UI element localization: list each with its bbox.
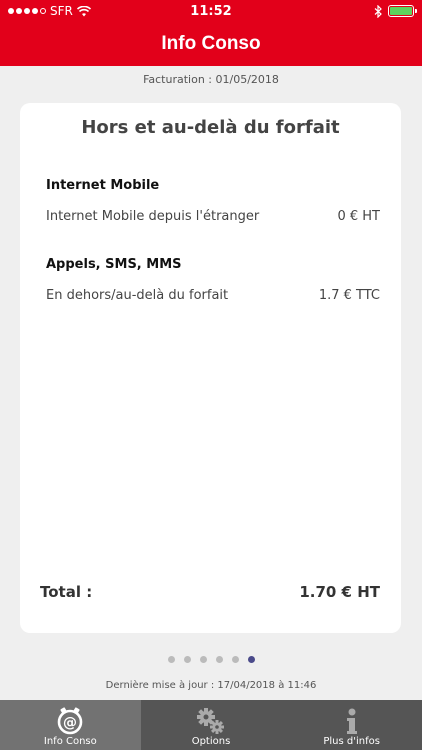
page-title: Info Conso xyxy=(0,22,422,66)
status-bar-left: SFR xyxy=(8,4,91,18)
tab-label: Plus d'infos xyxy=(323,736,380,747)
bluetooth-icon xyxy=(374,4,382,18)
page-dot-active[interactable] xyxy=(247,656,255,663)
row-value: 0 € HT xyxy=(337,209,380,224)
at-clock-icon: @ xyxy=(56,706,84,736)
carrier-label: SFR xyxy=(50,4,73,18)
billing-date: Facturation : 01/05/2018 xyxy=(143,73,279,86)
svg-text:@: @ xyxy=(63,715,77,731)
section-title-calls: Appels, SMS, MMS xyxy=(46,257,182,272)
page-dot[interactable] xyxy=(167,656,175,663)
tab-options[interactable]: Options xyxy=(141,700,282,750)
info-icon xyxy=(344,706,360,736)
row-label: En dehors/au-delà du forfait xyxy=(46,288,229,303)
total-value: 1.70 € HT xyxy=(299,583,380,601)
last-update: Dernière mise à jour : 17/04/2018 à 11:4… xyxy=(105,680,317,691)
gears-icon xyxy=(196,706,226,736)
tab-label: Options xyxy=(191,736,231,747)
status-bar-right xyxy=(374,4,417,18)
row-value: 1.7 € TTC xyxy=(318,288,380,303)
total-row: Total : 1.70 € HT xyxy=(40,583,380,601)
consumption-card: Hors et au-delà du forfait Internet Mobi… xyxy=(20,103,401,633)
row-label: Internet Mobile depuis l'étranger xyxy=(46,209,260,224)
list-item: Internet Mobile depuis l'étranger 0 € HT xyxy=(46,209,380,224)
wifi-icon xyxy=(76,5,91,16)
page-dot[interactable] xyxy=(183,656,191,663)
page-dot[interactable] xyxy=(215,656,223,663)
page-indicator[interactable] xyxy=(0,656,422,663)
tab-plus-infos[interactable]: Plus d'infos xyxy=(281,700,422,750)
signal-strength-icon xyxy=(8,8,46,14)
battery-icon xyxy=(388,5,417,17)
tab-info-conso[interactable]: @ Info Conso xyxy=(0,700,141,750)
page-dot[interactable] xyxy=(231,656,239,663)
list-item: En dehors/au-delà du forfait 1.7 € TTC xyxy=(46,288,380,303)
status-bar: SFR 11:52 xyxy=(0,0,422,22)
page-dot[interactable] xyxy=(199,656,207,663)
section-title-internet: Internet Mobile xyxy=(46,178,160,193)
card-title: Hors et au-delà du forfait xyxy=(81,117,340,138)
tab-label: Info Conso xyxy=(43,736,97,747)
tab-bar: @ Info Conso Options Plus d'infos xyxy=(0,700,422,750)
total-label: Total : xyxy=(40,583,93,601)
